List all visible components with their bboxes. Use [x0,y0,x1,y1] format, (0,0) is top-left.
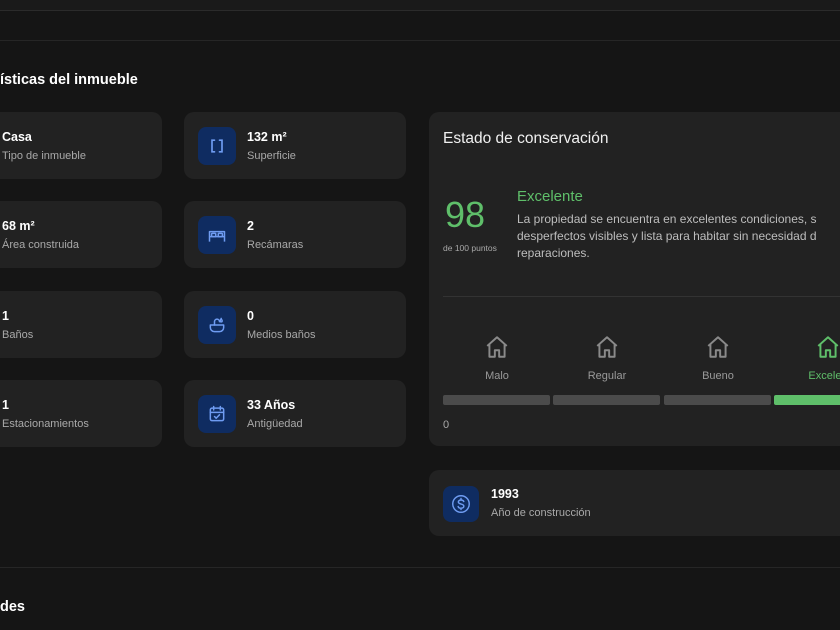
scale-segment [443,395,550,405]
conservation-divider [443,296,840,297]
feature-value: 1 [2,398,9,412]
feature-card-bedrooms: 2 Recámaras [184,201,406,268]
house-icon [486,336,508,358]
feature-card-property-type: Casa Tipo de inmueble [0,112,162,179]
feature-value: 1 [2,309,9,323]
level-label: Excelen [808,370,840,382]
divider-bottom [0,567,840,568]
feature-value: 68 m² [2,219,35,233]
scale-min: 0 [443,419,450,431]
feature-value: Casa [2,130,32,144]
feature-card-half-baths: 0 Medios baños [184,291,406,358]
calendar-check-icon [198,395,236,433]
next-section-title: des [0,599,25,615]
level-bueno: Bueno [663,334,773,382]
level-malo: Malo [442,334,552,382]
feature-value: 0 [247,309,254,323]
feature-value: 132 m² [247,130,287,144]
feature-label: Tipo de inmueble [2,150,86,162]
construction-year-label: Año de construcción [491,507,591,519]
dollar-circle-icon [443,486,479,522]
construction-year-value: 1993 [491,487,519,501]
scale-segment [664,395,771,405]
level-label: Malo [485,370,509,382]
bed-icon [198,216,236,254]
feature-card-surface: 132 m² Superficie [184,112,406,179]
conservation-rating: Excelente [517,188,583,205]
feature-label: Estacionamientos [2,418,89,430]
level-label: Regular [587,370,627,382]
feature-label: Recámaras [247,239,304,251]
level-regular: Regular [552,334,662,382]
top-bar [0,0,840,11]
feature-value: 2 [247,219,254,233]
conservation-description: La propiedad se encuentra en excelentes … [517,212,817,260]
conservation-score-sub: de 100 puntos [443,243,497,253]
house-icon [817,336,839,358]
feature-label: Superficie [247,150,296,162]
conservation-title: Estado de conservación [443,130,609,147]
features-section-title: ísticas del inmueble [0,72,138,88]
house-icon [596,336,618,358]
feature-label: Baños [2,329,34,341]
feature-label: Antigüedad [247,418,303,430]
feature-card-bathrooms: 1 Baños [0,291,162,358]
feature-card-built-area: 68 m² Área construida [0,201,162,268]
washbasin-icon [198,306,236,344]
scale-segment-active [774,395,840,405]
conservation-score: 98 [445,194,486,235]
conservation-card: Estado de conservación 98 de 100 puntos … [429,112,840,446]
construction-year-card: 1993 Año de construcción [429,470,840,536]
feature-card-parking: 1 Estacionamientos [0,380,162,447]
house-icon [707,336,729,358]
feature-card-age: 33 Años Antigüedad [184,380,406,447]
feature-label: Área construida [2,239,80,251]
level-excelente: Excelen [773,334,840,382]
area-brackets-icon [198,127,236,165]
scale-segment [553,395,660,405]
level-label: Bueno [702,370,734,382]
feature-label: Medios baños [247,329,316,341]
feature-value: 33 Años [247,398,296,412]
divider-top [0,40,840,41]
